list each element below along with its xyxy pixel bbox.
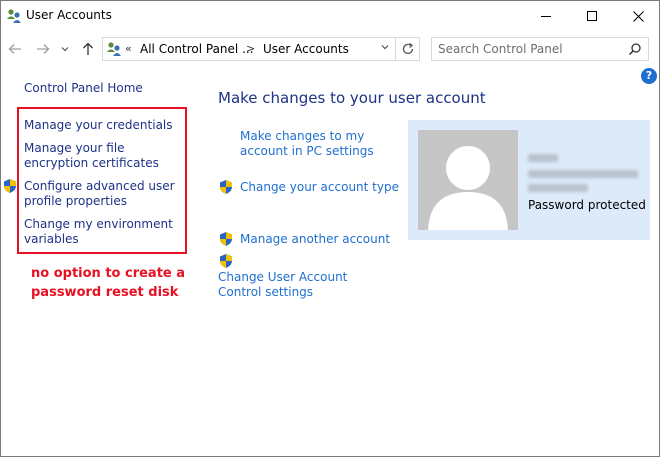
up-button[interactable] [79,40,97,58]
sidebar-item-manage-credentials[interactable]: Manage your credentials [24,118,182,133]
user-accounts-icon [6,8,22,24]
address-divider [395,38,396,60]
refresh-icon[interactable] [400,41,416,57]
control-panel-home-link[interactable]: Control Panel Home [24,81,143,95]
close-icon [632,10,644,22]
uac-shield-icon [218,231,234,247]
redacted-username [528,154,558,162]
redacted-email [528,170,638,178]
link-manage-another-account[interactable]: Manage another account [240,232,390,247]
control-panel-icon [106,41,122,57]
minimize-button[interactable] [523,1,569,31]
sidebar-item-environment-variables[interactable]: Change my environment variables [24,217,182,247]
link-pc-settings[interactable]: Make changes to my account in PC setting… [240,129,380,159]
uac-shield-icon [218,253,234,269]
maximize-button[interactable] [569,1,615,31]
forward-button[interactable] [34,40,52,58]
back-arrow-icon [8,44,21,54]
address-dropdown-icon[interactable] [381,43,389,53]
annotation-note: no option to create a password reset dis… [31,266,186,300]
user-account-card: Password protected [408,120,650,240]
link-change-account-type[interactable]: Change your account type [240,180,399,195]
uac-shield-icon [2,178,18,194]
address-bar[interactable]: « All Control Panel ... > User Accounts [102,37,420,61]
redacted-account-role [528,184,588,192]
minimize-icon [541,15,551,17]
user-accounts-window: User Accounts « All Control Panel ... > … [0,0,660,457]
breadcrumb-all-control-panel[interactable]: All Control Panel ... [140,42,254,56]
title-bar: User Accounts [1,1,659,31]
search-box[interactable] [431,37,649,61]
up-arrow-icon [83,42,93,55]
breadcrumb-user-accounts[interactable]: User Accounts [263,42,349,56]
forward-arrow-icon [37,44,50,54]
search-icon[interactable] [628,42,642,56]
password-status: Password protected [528,198,646,212]
sidebar-item-file-encryption[interactable]: Manage your file encryption certificates [24,141,182,171]
help-icon[interactable]: ? [641,68,657,84]
uac-shield-icon [218,179,234,195]
chevron-down-icon [61,47,69,52]
recent-locations-button[interactable] [59,40,71,58]
window-title: User Accounts [26,8,112,22]
avatar [418,130,518,230]
back-button[interactable] [6,40,24,58]
maximize-icon [587,11,597,21]
breadcrumb-separator[interactable]: > [246,42,255,55]
search-input[interactable] [438,41,618,57]
breadcrumb-overflow[interactable]: « [125,42,132,55]
page-title: Make changes to your user account [218,89,486,107]
close-button[interactable] [615,1,660,31]
sidebar-item-advanced-profile[interactable]: Configure advanced user profile properti… [24,179,182,209]
navigation-bar: « All Control Panel ... > User Accounts [1,32,659,66]
link-uac-settings[interactable]: Change User Account Control settings [218,270,393,300]
